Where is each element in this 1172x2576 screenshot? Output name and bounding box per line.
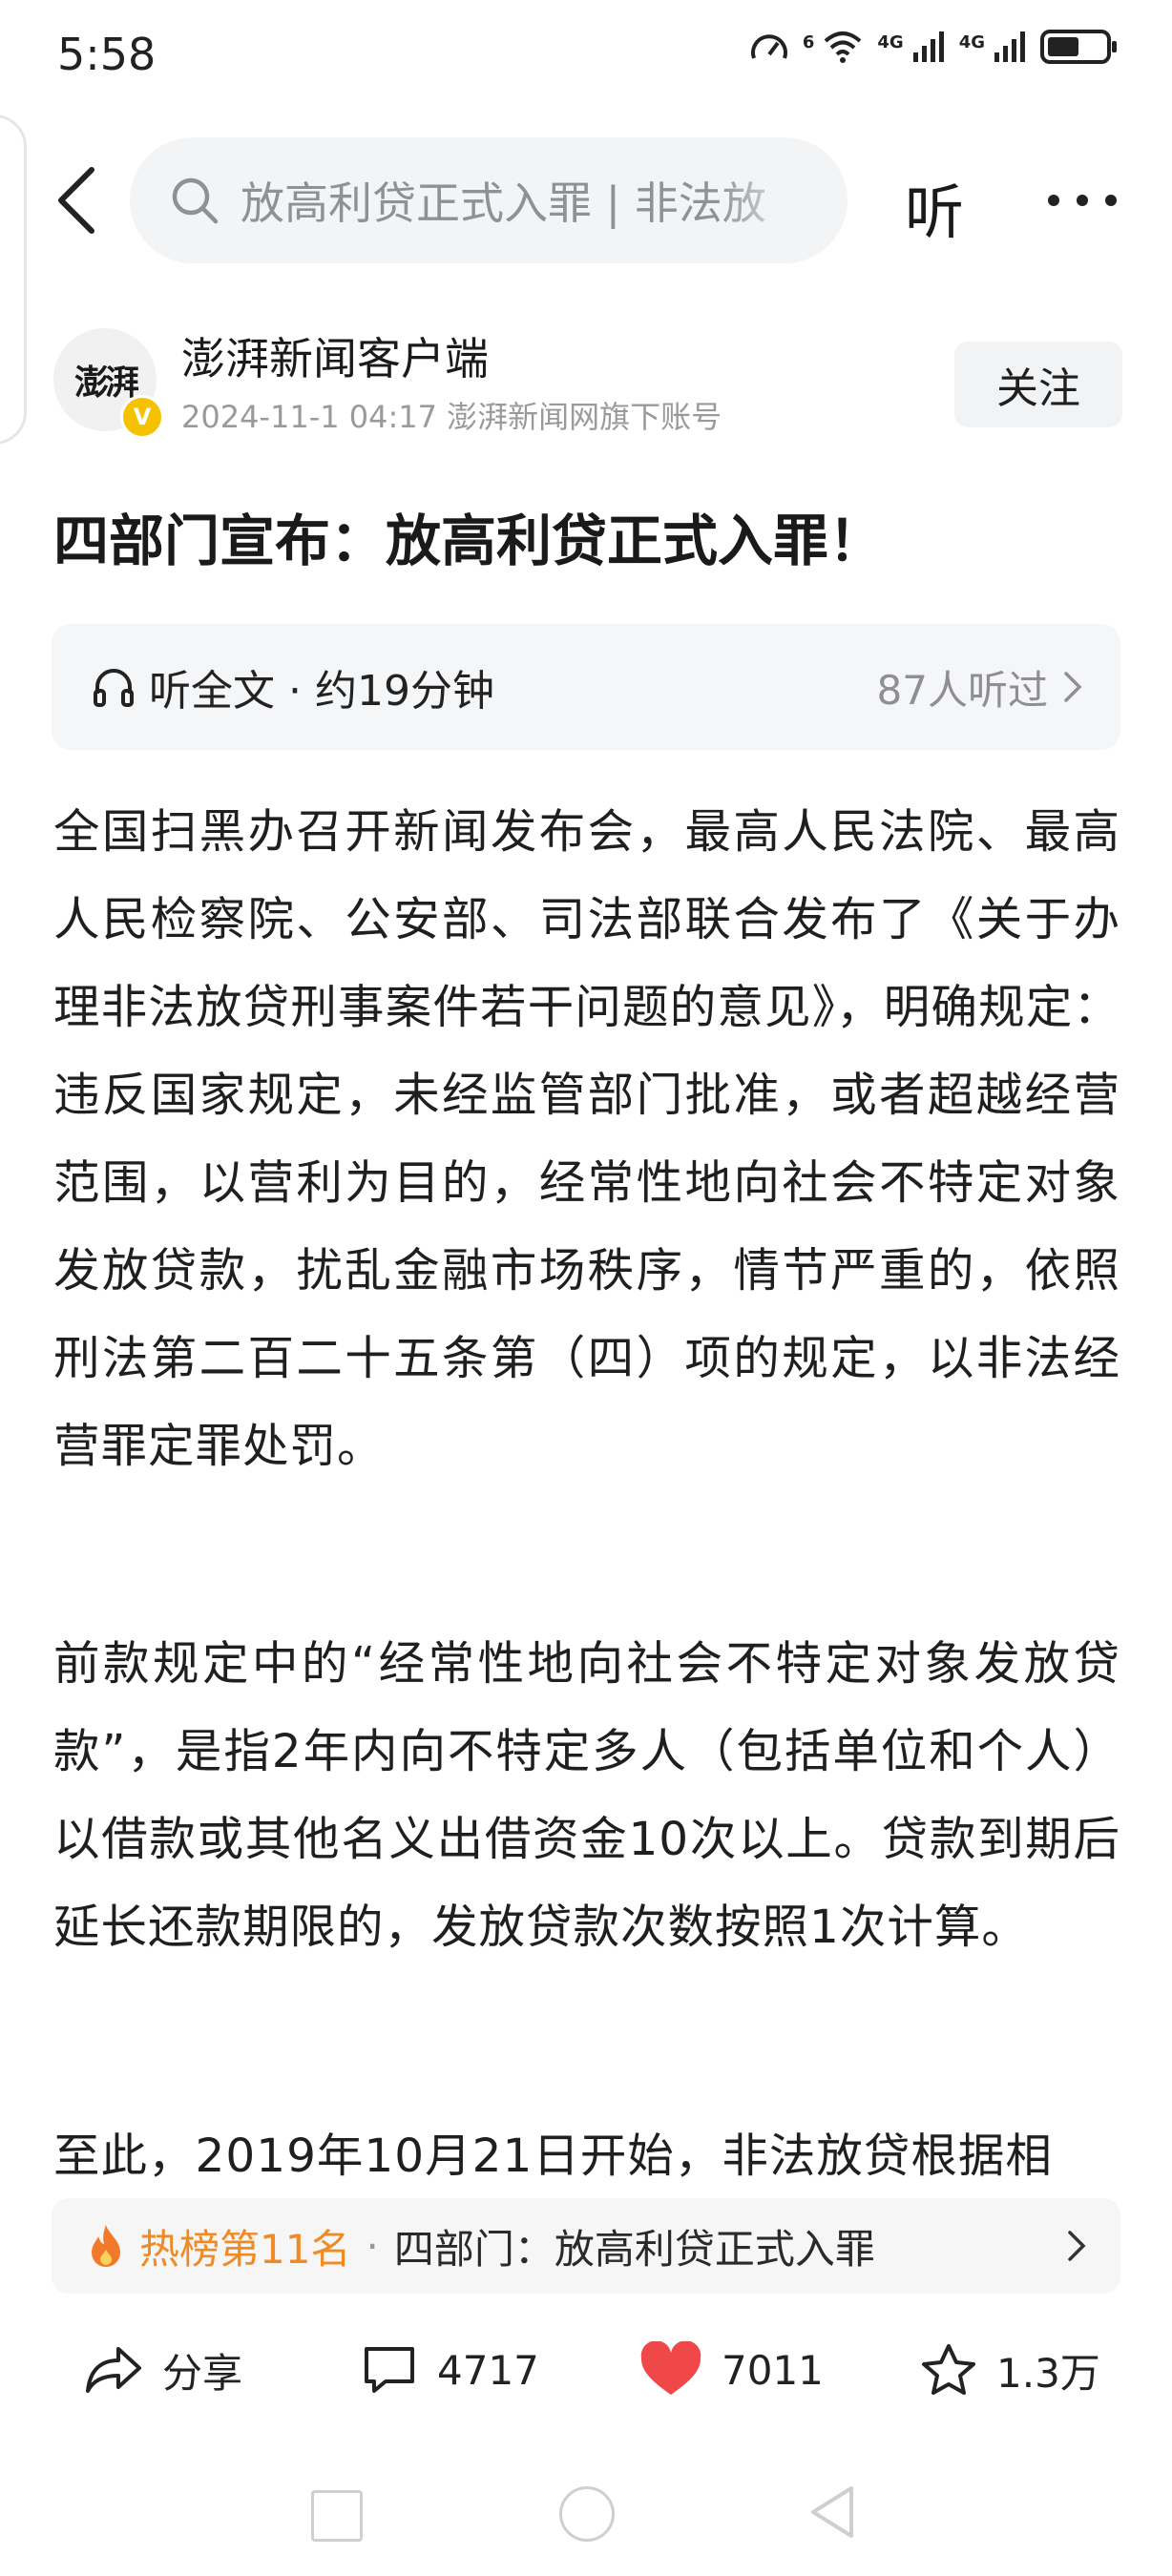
listen-full-text-bar[interactable]: 听全文 · 约19分钟 87人听过 <box>52 624 1120 750</box>
back-button[interactable] <box>48 160 105 240</box>
article-title: 四部门宣布：放高利贷正式入罪！ <box>53 509 885 573</box>
favorite-button[interactable]: 1.3万 <box>920 2322 1100 2418</box>
wifi-icon <box>825 31 862 63</box>
hot-rank-bar[interactable]: 热榜第11名 · 四部门：放高利贷正式入罪 <box>52 2198 1120 2294</box>
comment-count: 4717 <box>437 2346 539 2394</box>
share-icon <box>86 2347 141 2393</box>
status-time: 5:58 <box>57 29 157 80</box>
battery-icon <box>1040 30 1117 64</box>
more-options-button[interactable] <box>1048 172 1117 229</box>
hot-separator: · <box>366 2222 379 2270</box>
article-paragraph: 前款规定中的“经常性地向社会不特定对象发放贷款”，是指2年内向不特定多人（包括单… <box>53 1637 1120 1954</box>
comment-button[interactable]: 4717 <box>361 2322 539 2418</box>
author-meta: 2024-11-1 04:17 澎湃新闻网旗下账号 <box>181 399 722 435</box>
chevron-left-icon <box>58 167 94 234</box>
dot-icon <box>1077 195 1088 206</box>
speedometer-icon <box>750 34 787 59</box>
listen-button[interactable]: 听 <box>905 164 964 250</box>
dot-icon <box>1105 195 1117 206</box>
fire-icon <box>92 2225 120 2267</box>
star-icon <box>922 2344 975 2395</box>
wifi-label: 6 <box>802 32 815 52</box>
like-button[interactable]: 7011 <box>639 2322 824 2418</box>
search-bar[interactable]: 放高利贷正式入罪 | 非法放 <box>130 137 848 263</box>
signal-bars-icon <box>912 31 944 62</box>
recent-apps-button[interactable] <box>311 2490 363 2542</box>
signal-1-label: 4G <box>877 32 904 52</box>
favorite-count: 1.3万 <box>996 2349 1100 2397</box>
verified-badge: V <box>120 395 164 439</box>
side-panel-handle[interactable] <box>0 114 27 445</box>
article-paragraph: 全国扫黑办召开新闻发布会，最高人民法院、最高人民检察院、公安部、司法部联合发布了… <box>53 805 1120 1473</box>
chevron-right-icon <box>1068 2231 1086 2261</box>
signal-2-label: 4G <box>958 32 985 52</box>
chevron-right-icon <box>1064 672 1082 702</box>
author-name[interactable]: 澎湃新闻客户端 <box>181 324 489 387</box>
hot-title: 四部门：放高利贷正式入罪 <box>393 2225 875 2273</box>
headphones-icon <box>94 669 134 707</box>
heart-icon <box>640 2341 701 2395</box>
share-button[interactable]: 分享 <box>84 2322 242 2418</box>
dot-icon <box>1048 195 1059 206</box>
listen-count: 87人听过 <box>876 666 1048 714</box>
signal-bars-icon <box>994 31 1025 62</box>
comment-icon <box>365 2347 414 2393</box>
status-icons: 6 4G 4G <box>749 29 1119 65</box>
search-text: 放高利贷正式入罪 | 非法放 <box>241 177 766 229</box>
search-icon <box>172 177 219 224</box>
share-label: 分享 <box>162 2349 243 2397</box>
hot-rank: 热榜第11名 <box>139 2225 351 2273</box>
home-button[interactable] <box>559 2486 615 2542</box>
article-paragraph: 至此，2019年10月21日开始，非法放贷根据相 <box>53 2129 1053 2183</box>
like-count: 7011 <box>722 2346 824 2394</box>
follow-button[interactable]: 关注 <box>954 342 1122 427</box>
system-back-triangle-icon[interactable] <box>807 2484 857 2540</box>
listen-label: 听全文 · 约19分钟 <box>149 667 494 716</box>
